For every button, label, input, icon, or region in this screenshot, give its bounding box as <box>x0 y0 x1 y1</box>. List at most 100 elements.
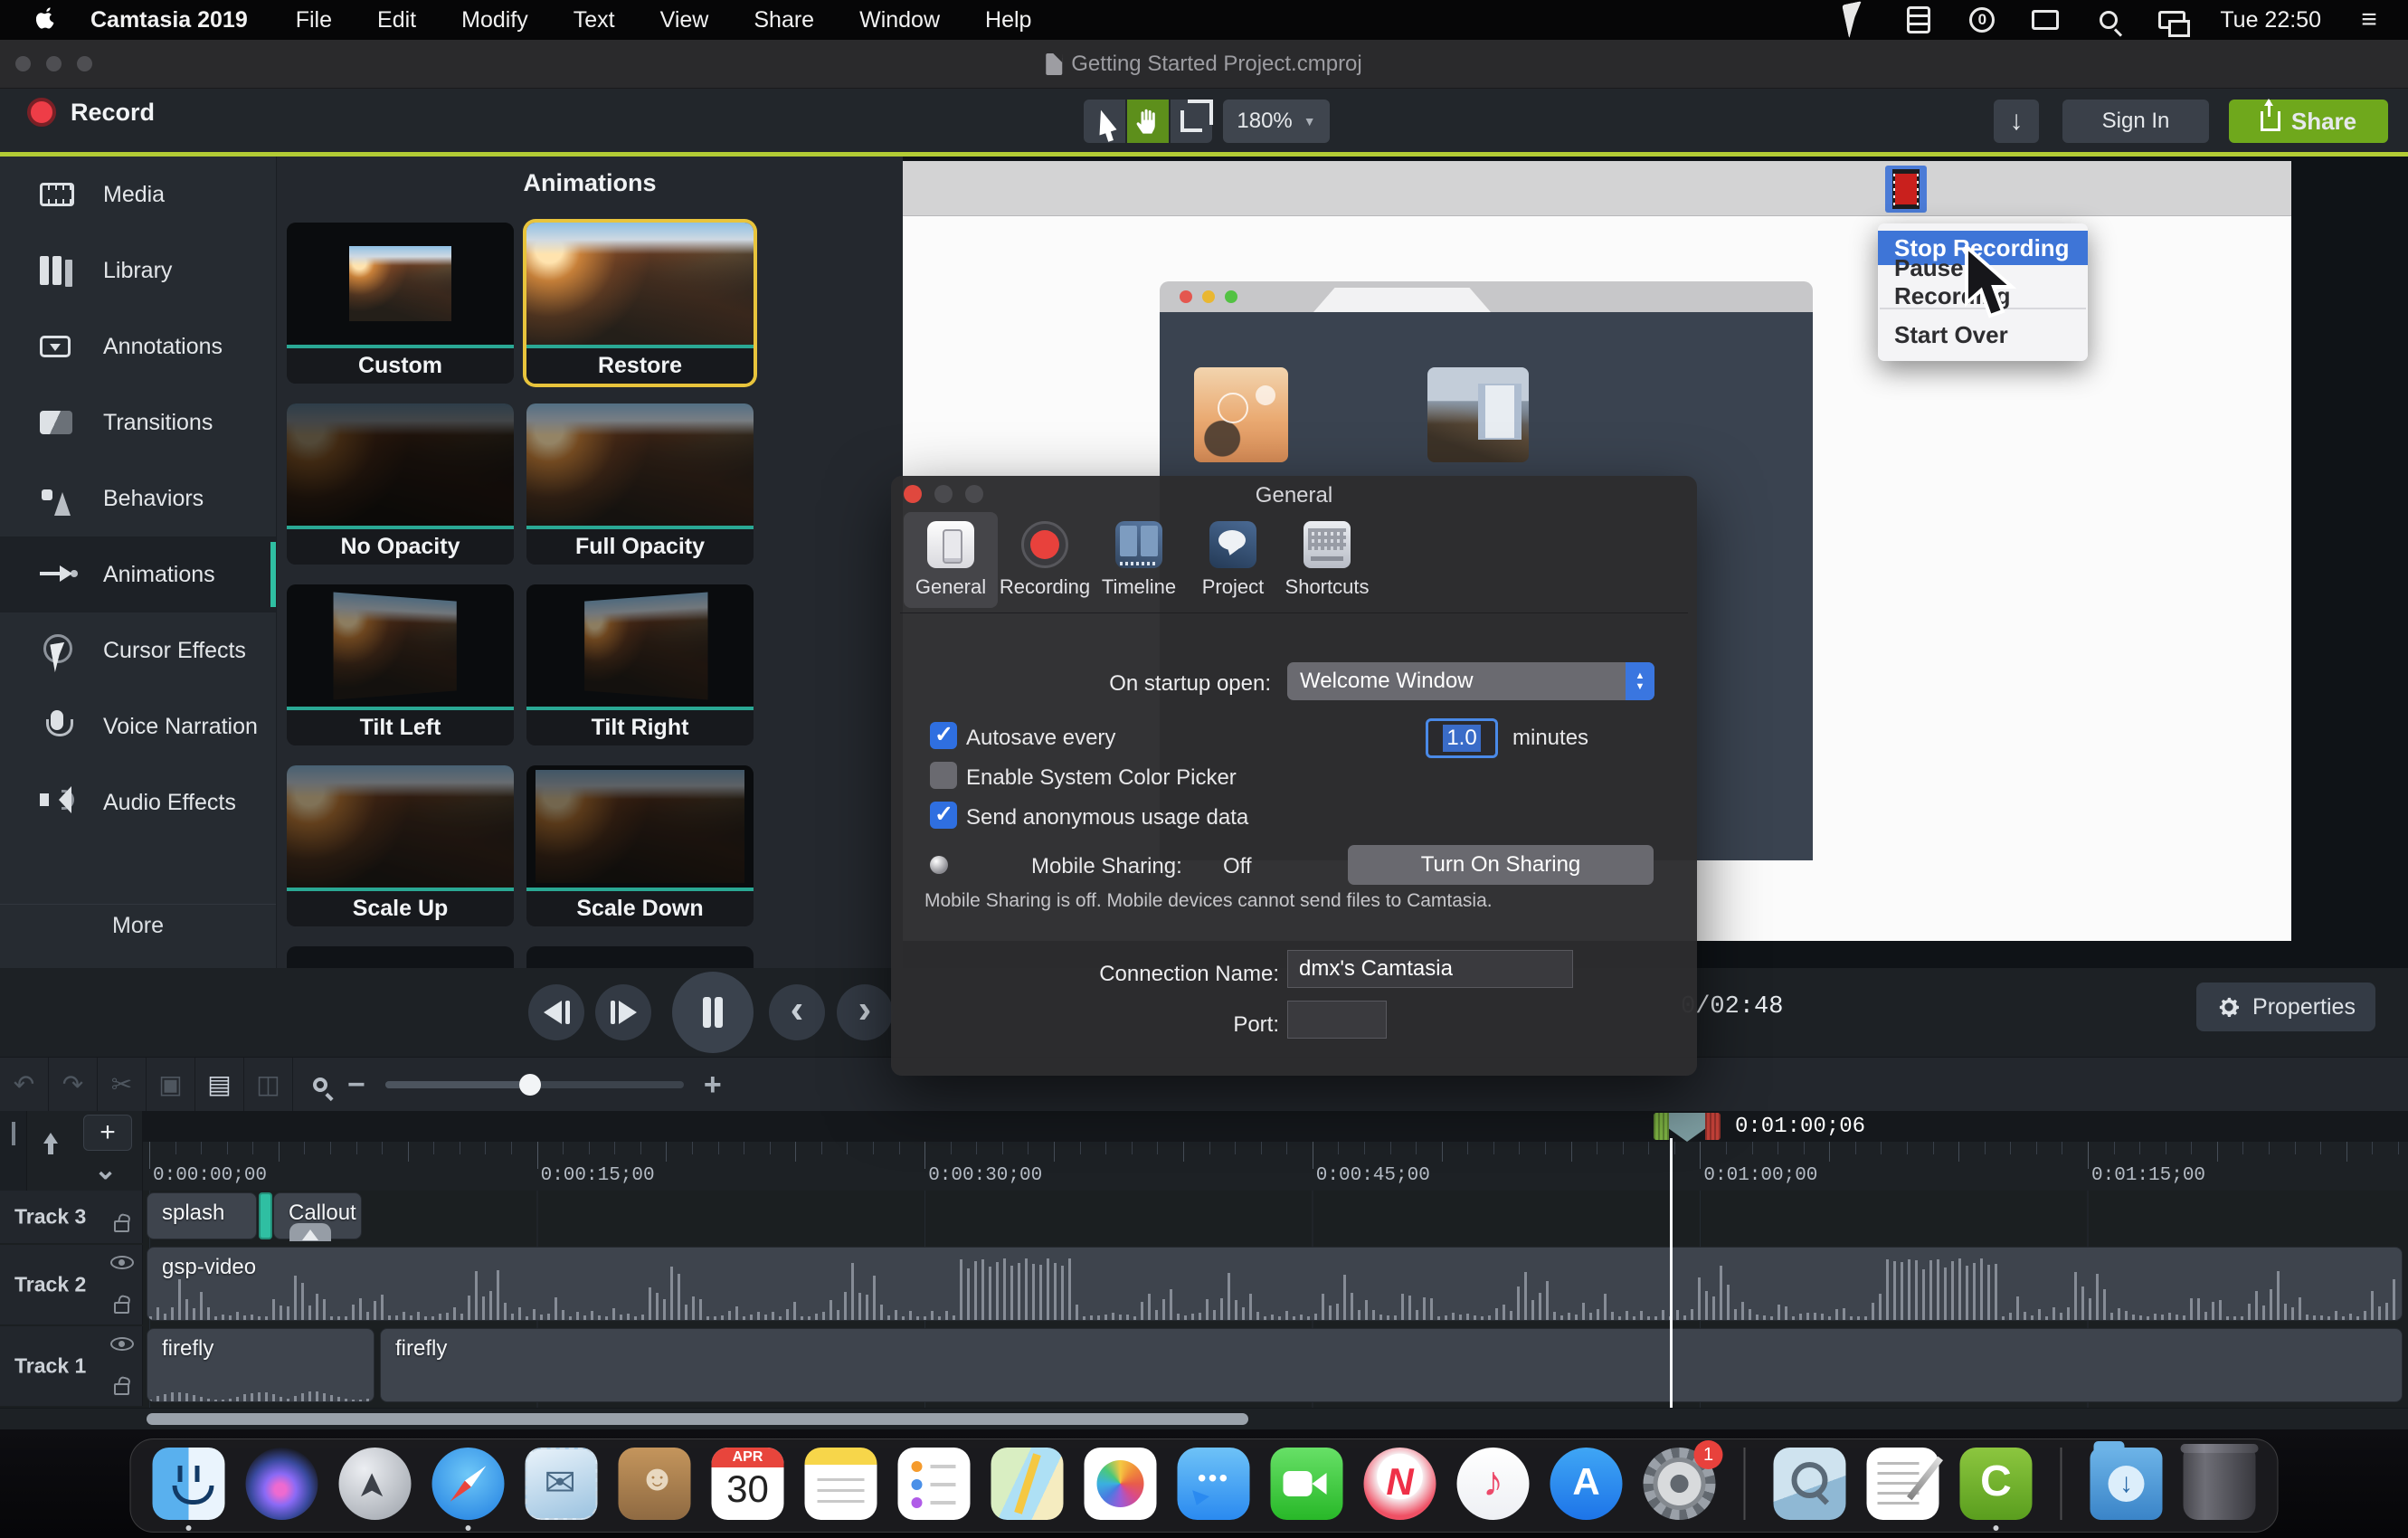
dock-icon-preview[interactable] <box>1774 1448 1846 1520</box>
dock-icon-downloads[interactable] <box>2090 1448 2163 1520</box>
dock-icon-launchpad[interactable] <box>339 1448 412 1520</box>
dock-icon-camtasia[interactable] <box>1960 1448 2033 1520</box>
menu-item-edit[interactable]: Edit <box>355 0 439 40</box>
jump-forward-button[interactable]: › <box>837 984 893 1040</box>
autosave-checkbox[interactable] <box>930 722 957 749</box>
dock-icon-music[interactable] <box>1457 1448 1530 1520</box>
dock-icon-facetime[interactable] <box>1271 1448 1343 1520</box>
turn-on-sharing-button[interactable]: Turn On Sharing <box>1348 845 1654 885</box>
jump-back-button[interactable]: ‹ <box>769 984 825 1040</box>
dock-icon-contacts[interactable] <box>619 1448 691 1520</box>
filmstrip-icon[interactable] <box>1903 6 1934 33</box>
sidebar-item-library[interactable]: Library <box>0 233 276 309</box>
display-icon[interactable] <box>2030 6 2061 33</box>
animation-card-scale-up[interactable]: Scale Up <box>287 765 514 926</box>
canvas-zoom-select[interactable]: 180%▼ <box>1223 100 1330 143</box>
playhead-line[interactable] <box>1670 1138 1673 1408</box>
one-password-icon[interactable]: 0 <box>1967 6 1997 33</box>
cut-button[interactable]: ✂ <box>98 1058 147 1112</box>
port-field[interactable] <box>1287 1001 1387 1039</box>
timeline-ruler[interactable]: 0:00:00;000:00:15;000:00:30;000:00:45;00… <box>143 1142 2408 1191</box>
apple-logo-icon[interactable] <box>36 6 60 33</box>
next-frame-button[interactable] <box>595 984 651 1040</box>
menu-item-app[interactable]: Camtasia 2019 <box>65 0 273 40</box>
menu-item-help[interactable]: Help <box>962 0 1054 40</box>
sidebar-item-behaviors[interactable]: Behaviors <box>0 460 276 536</box>
timeline-zoom-slider[interactable] <box>385 1081 684 1088</box>
menu-item-modify[interactable]: Modify <box>439 0 551 40</box>
window-minimize-button[interactable] <box>46 56 62 71</box>
scrollbar-thumb[interactable] <box>147 1413 1248 1425</box>
tab-general[interactable]: General <box>904 512 998 608</box>
eye-icon[interactable] <box>110 1337 134 1351</box>
split-button[interactable]: ◫ <box>244 1058 293 1112</box>
dock-icon-trash[interactable] <box>2184 1448 2256 1520</box>
animation-card-scale-down[interactable]: Scale Down <box>526 765 754 926</box>
dock-icon-siri[interactable] <box>246 1448 318 1520</box>
menu-item-file[interactable]: File <box>273 0 355 40</box>
sidebar-item-media[interactable]: Media <box>0 157 276 233</box>
download-button[interactable]: ↓ <box>1994 100 2039 143</box>
sidebar-item-transitions[interactable]: Transitions <box>0 384 276 460</box>
dock-icon-mail[interactable] <box>526 1448 598 1520</box>
dock-icon-finder[interactable] <box>153 1448 225 1520</box>
tab-recording[interactable]: Recording <box>998 512 1092 608</box>
notification-list-icon[interactable]: ≡ <box>2354 6 2384 33</box>
clip-gsp-video[interactable]: gsp-video <box>147 1247 2403 1321</box>
animation-card-partial[interactable] <box>287 946 514 968</box>
selection-out-handle[interactable] <box>1705 1113 1721 1140</box>
paste-button[interactable]: ▤ <box>195 1058 244 1112</box>
redo-button[interactable]: ↷ <box>49 1058 98 1112</box>
menu-clock[interactable]: Tue 22:50 <box>2220 7 2321 33</box>
add-track-button[interactable]: + <box>83 1115 132 1151</box>
search-icon[interactable] <box>2093 6 2124 33</box>
copy-button[interactable]: ▣ <box>147 1058 195 1112</box>
sidebar-item-more[interactable]: More <box>0 913 276 939</box>
animation-card-tilt-left[interactable]: Tilt Left <box>287 584 514 745</box>
dock-icon-photos[interactable] <box>1085 1448 1157 1520</box>
dock-icon-messages[interactable] <box>1178 1448 1250 1520</box>
autosave-value-field[interactable]: 1.0 <box>1426 718 1498 758</box>
tab-project[interactable]: Project <box>1186 512 1280 608</box>
share-button[interactable]: Share <box>2229 100 2388 143</box>
selection-in-handle[interactable] <box>1654 1113 1669 1140</box>
sign-in-button[interactable]: Sign In <box>2062 100 2209 143</box>
zoom-slider-knob[interactable] <box>519 1074 541 1096</box>
sidebar-item-animations[interactable]: Animations <box>0 536 276 612</box>
undo-button[interactable]: ↶ <box>0 1058 49 1112</box>
menu-item-text[interactable]: Text <box>551 0 638 40</box>
connection-name-field[interactable]: dmx's Camtasia <box>1287 950 1573 988</box>
dock-icon-safari[interactable] <box>432 1448 505 1520</box>
tab-shortcuts[interactable]: Shortcuts <box>1280 512 1374 608</box>
collapse-tracks-button[interactable]: ⌄ <box>94 1154 117 1186</box>
crop-tool-button[interactable] <box>1171 100 1212 143</box>
dock-icon-textedit[interactable] <box>1867 1448 1939 1520</box>
menu-item-share[interactable]: Share <box>731 0 837 40</box>
dock-icon-news[interactable] <box>1364 1448 1436 1520</box>
edit-tool-button[interactable] <box>1084 100 1125 143</box>
properties-button[interactable]: Properties <box>2196 983 2375 1031</box>
gutter-up-arrow-icon[interactable] <box>43 1125 58 1144</box>
previous-frame-button[interactable] <box>528 984 584 1040</box>
dock-icon-reminders[interactable] <box>898 1448 971 1520</box>
record-button[interactable]: Record <box>27 98 155 127</box>
animation-card-restore[interactable]: Restore <box>526 223 754 384</box>
sidebar-item-voice-narration[interactable]: Voice Narration <box>0 688 276 764</box>
sidebar-item-annotations[interactable]: Annotations <box>0 309 276 384</box>
dock-icon-appstore[interactable] <box>1550 1448 1623 1520</box>
startup-select[interactable]: Welcome Window ▲▼ <box>1287 662 1654 700</box>
dock-icon-notes[interactable] <box>805 1448 877 1520</box>
clip-splash[interactable]: splash <box>147 1192 257 1239</box>
eye-icon[interactable] <box>110 1256 134 1269</box>
menu-item-window[interactable]: Window <box>837 0 962 40</box>
window-zoom-button[interactable] <box>77 56 92 71</box>
menu-item-view[interactable]: View <box>638 0 732 40</box>
callout-marker-icon[interactable] <box>289 1223 331 1241</box>
recorder-menu-icon[interactable] <box>1885 166 1927 213</box>
animation-card-tilt-right[interactable]: Tilt Right <box>526 584 754 745</box>
dock-icon-settings[interactable]: 1 <box>1644 1448 1716 1520</box>
color-picker-checkbox[interactable] <box>930 762 957 789</box>
sidebar-item-audio-effects[interactable]: Audio Effects <box>0 764 276 840</box>
tab-timeline[interactable]: Timeline <box>1092 512 1186 608</box>
dock-icon-maps[interactable] <box>991 1448 1064 1520</box>
